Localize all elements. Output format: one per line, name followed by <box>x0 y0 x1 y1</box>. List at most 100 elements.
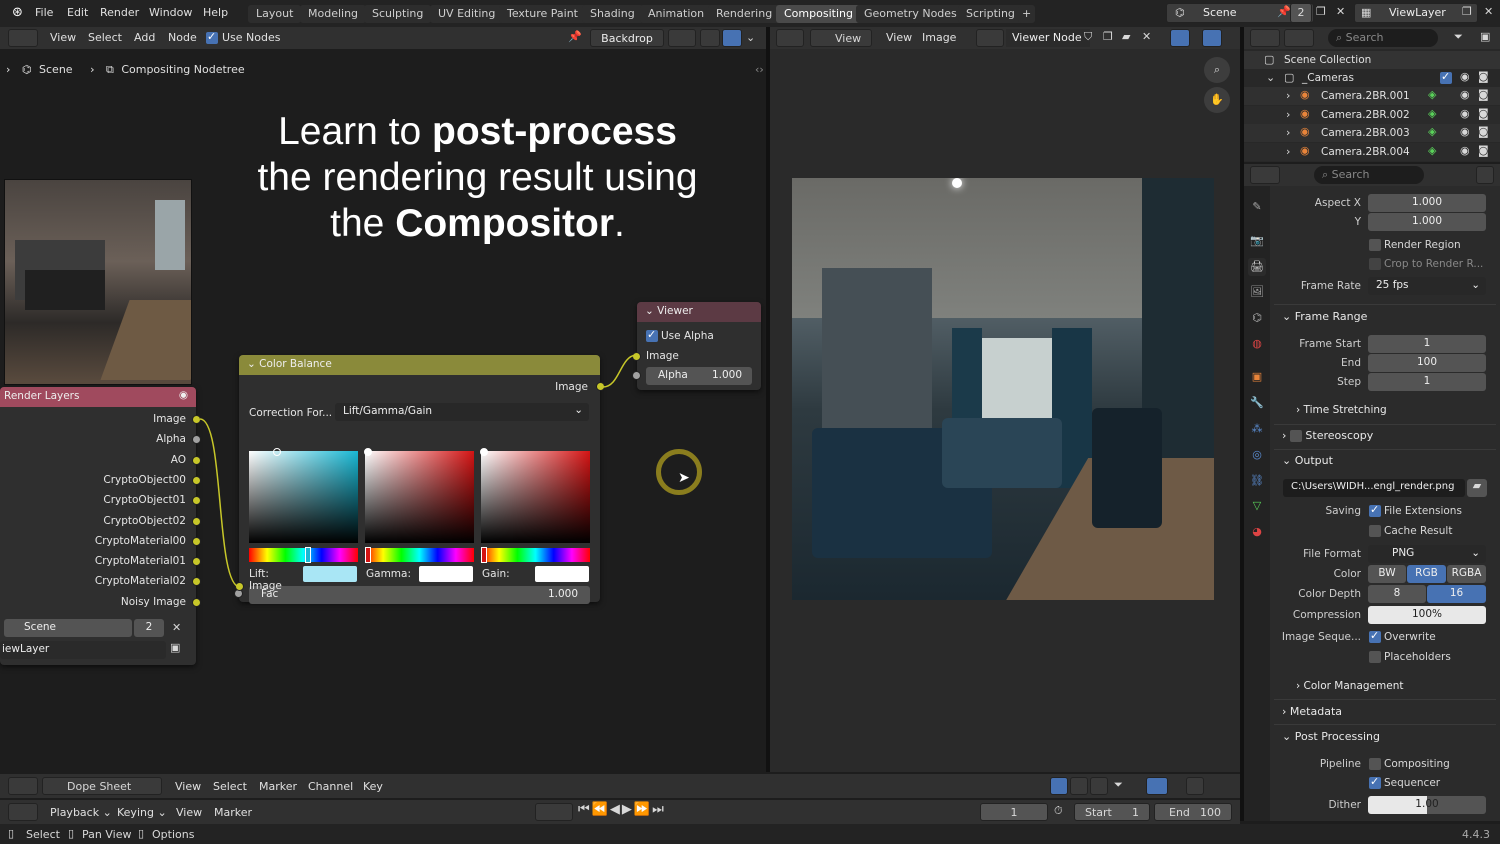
filter-icon[interactable]: ⏷ <box>1114 778 1123 792</box>
new-scene-icon[interactable]: ❐ <box>1316 5 1326 18</box>
camera-render-icon[interactable]: ◙ <box>1478 107 1489 120</box>
color-rgba-button[interactable]: RGBA <box>1447 565 1486 583</box>
compression-slider[interactable]: 100% <box>1368 606 1486 624</box>
dopesheet-mode-dropdown[interactable]: Dope Sheet <box>42 777 162 795</box>
chevron-right-icon[interactable]: › <box>1286 145 1290 158</box>
tool-tab-icon[interactable]: ✎ <box>1248 198 1266 216</box>
tab-rendering[interactable]: Rendering <box>708 5 781 23</box>
outliner-camera-row[interactable]: › ◉ Camera.2BR.002 ◈ ◉ ◙ <box>1244 105 1500 124</box>
file-extensions-checkbox[interactable] <box>1369 503 1381 517</box>
eye-icon[interactable]: ◉ <box>1460 144 1470 157</box>
sequencer-checkbox[interactable] <box>1369 775 1381 789</box>
cameras-collection-row[interactable]: ⌄ ▢ _Cameras ◉ ◙ <box>1244 69 1500 87</box>
playback-controls[interactable]: ⏮⏪◀▶⏩⏭ <box>578 802 666 817</box>
stereoscopy-panel[interactable]: › Stereoscopy <box>1282 429 1373 442</box>
dope-menu-channel[interactable]: Channel <box>308 780 353 793</box>
color-rgb-button[interactable]: RGB <box>1407 565 1446 583</box>
open-image-icon[interactable]: ▰ <box>1122 30 1130 43</box>
outliner-camera-row[interactable]: › ◉ Camera.2BR.003 ◈ ◉ ◙ <box>1244 124 1500 143</box>
menu-window[interactable]: Window <box>149 6 192 19</box>
close-icon[interactable]: ✕ <box>1142 30 1151 43</box>
compositing-checkbox[interactable] <box>1369 758 1381 770</box>
new-view-layer-icon[interactable]: ❐ <box>1462 5 1472 18</box>
blender-logo-icon[interactable]: ⊛ <box>12 5 23 20</box>
tab-animation[interactable]: Animation <box>640 5 713 23</box>
image-name-field[interactable]: Viewer Node <box>1006 29 1090 47</box>
tab-geometry-nodes[interactable]: Geometry Nodes <box>856 5 965 23</box>
camera-render-icon[interactable]: ◙ <box>1478 144 1489 157</box>
world-tab-icon[interactable]: ◍ <box>1248 335 1266 353</box>
folder-icon[interactable]: ▰ <box>1467 479 1487 497</box>
properties-search-input[interactable]: ⌕ Search <box>1314 166 1424 184</box>
object-tab-icon[interactable]: ▣ <box>1248 368 1266 386</box>
output-panel[interactable]: ⌄ Output <box>1282 454 1333 467</box>
aspect-y-field[interactable]: 1.000 <box>1368 213 1486 231</box>
time-stretching-panel[interactable]: › Time Stretching <box>1296 404 1387 416</box>
editor-type-icon[interactable] <box>1250 29 1280 47</box>
tab-shading[interactable]: Shading <box>582 5 643 23</box>
file-format-dropdown[interactable]: PNG ⌄ <box>1368 545 1486 563</box>
overwrite-checkbox[interactable] <box>1369 629 1381 643</box>
display-mode-icon[interactable] <box>1284 29 1314 47</box>
menu-render[interactable]: Render <box>100 6 139 19</box>
errors-icon[interactable] <box>1090 777 1108 795</box>
frame-rate-dropdown[interactable]: 25 fps ⌄ <box>1368 277 1486 295</box>
view-layer-tab-icon[interactable]: 🖼 <box>1248 283 1266 301</box>
outliner-camera-row[interactable]: › ◉ Camera.2BR.001 ◈ ◉ ◙ <box>1244 87 1500 105</box>
tab-scripting[interactable]: Scripting <box>958 5 1023 23</box>
dope-menu-marker[interactable]: Marker <box>259 780 297 793</box>
data-tab-icon[interactable]: ▽ <box>1248 497 1266 515</box>
constraints-tab-icon[interactable]: ⛓ <box>1248 472 1266 490</box>
area-divider[interactable] <box>766 27 770 772</box>
exclude-checkbox[interactable] <box>1440 70 1452 84</box>
dope-menu-key[interactable]: Key <box>363 780 383 793</box>
snap-icon[interactable] <box>1146 777 1168 795</box>
outliner[interactable]: ⌕ Search ⏷ ▣ ▢ Scene Collection ⌄ ▢ _Cam… <box>1244 27 1500 162</box>
tab-modeling[interactable]: Modeling <box>300 5 367 23</box>
scene-collection-row[interactable]: ▢ Scene Collection <box>1244 51 1500 69</box>
frame-step-field[interactable]: 1 <box>1368 373 1486 391</box>
timeline-menu-marker[interactable]: Marker <box>214 806 252 819</box>
image-browse-icon[interactable] <box>976 29 1004 47</box>
physics-tab-icon[interactable]: ◎ <box>1248 446 1266 464</box>
eye-icon[interactable]: ◉ <box>1460 125 1470 138</box>
delete-view-layer-icon[interactable]: ✕ <box>1484 5 1493 18</box>
node-editor[interactable]: View Select Add Node Use Nodes 📌 Backdro… <box>0 27 766 772</box>
chevron-down-icon[interactable] <box>1476 166 1494 184</box>
frame-end-field[interactable]: 100 <box>1368 354 1486 372</box>
crop-checkbox[interactable] <box>1369 258 1381 270</box>
image-menu-image[interactable]: Image <box>922 31 956 44</box>
timeline-menu-view[interactable]: View <box>176 806 202 819</box>
frame-range-panel[interactable]: ⌄ Frame Range <box>1282 310 1367 323</box>
keying-menu[interactable]: Keying ⌄ <box>117 806 167 819</box>
render-tab-icon[interactable]: 📷 <box>1248 232 1266 250</box>
scene-tab-icon[interactable]: ⌬ <box>1248 309 1266 327</box>
cache-result-checkbox[interactable] <box>1369 525 1381 537</box>
chevron-right-icon[interactable]: › <box>1286 89 1290 102</box>
modifier-tab-icon[interactable]: 🔧 <box>1248 394 1266 412</box>
fake-user-icon[interactable]: ⛉ <box>1084 30 1092 44</box>
output-tab-icon[interactable]: 🖨 <box>1248 258 1266 276</box>
filter-icon[interactable]: ⏷ <box>1454 30 1463 44</box>
overlay-icon[interactable] <box>1202 29 1222 47</box>
menu-file[interactable]: File <box>35 6 53 19</box>
image-menu-view[interactable]: View <box>886 31 912 44</box>
delete-scene-icon[interactable]: ✕ <box>1336 5 1345 18</box>
eye-icon[interactable]: ◉ <box>1460 70 1470 83</box>
pan-hand-icon[interactable]: ✋ <box>1204 87 1230 113</box>
camera-render-icon[interactable]: ◙ <box>1478 70 1489 83</box>
only-selected-icon[interactable] <box>1050 777 1068 795</box>
camera-render-icon[interactable]: ◙ <box>1478 125 1489 138</box>
editor-type-icon[interactable] <box>776 29 804 47</box>
material-tab-icon[interactable]: ◕ <box>1248 523 1266 541</box>
chevron-right-icon[interactable]: › <box>1286 126 1290 139</box>
tab-layout[interactable]: Layout <box>248 5 302 23</box>
menu-edit[interactable]: Edit <box>67 6 88 19</box>
add-workspace-button[interactable]: + <box>1018 5 1036 23</box>
outliner-search-input[interactable]: ⌕ Search <box>1328 29 1438 47</box>
editor-type-icon[interactable] <box>8 777 38 795</box>
chevron-right-icon[interactable]: › <box>1286 108 1290 121</box>
outliner-camera-row[interactable]: › ◉ Camera.2BR.004 ◈ ◉ ◙ <box>1244 143 1500 162</box>
gizmo-icon[interactable] <box>1170 29 1190 47</box>
pin-icon[interactable]: 📌 <box>1277 5 1291 18</box>
